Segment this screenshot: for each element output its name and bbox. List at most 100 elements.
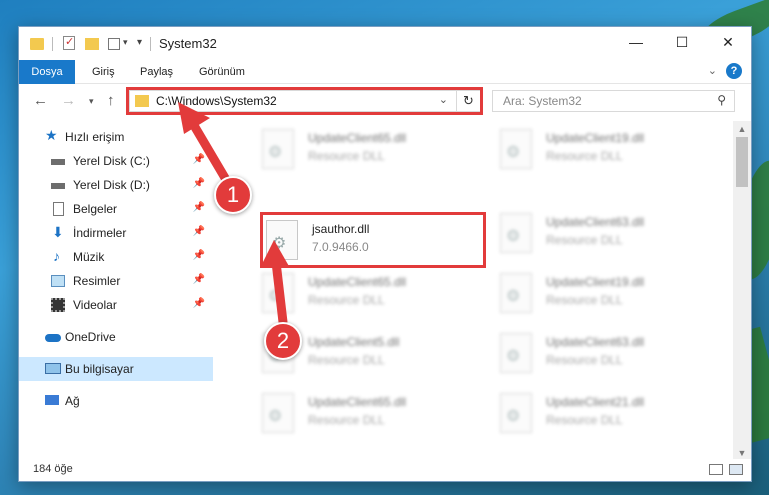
new-folder-icon[interactable] [85, 38, 99, 50]
list-item[interactable]: UpdateClient65.dll Resource DLL [262, 127, 482, 177]
file-description: Resource DLL [546, 233, 623, 247]
tab-file[interactable]: Dosya [19, 60, 75, 84]
separator [150, 37, 151, 51]
search-input[interactable]: Ara: System32 ⚲ [492, 90, 735, 112]
vertical-scrollbar[interactable]: ▲ ▼ [733, 121, 751, 461]
sidebar-item-label: Ağ [65, 394, 80, 408]
list-item[interactable]: UpdateClient63.dll Resource DLL [500, 331, 720, 381]
details-view-icon[interactable] [709, 464, 723, 475]
documents-icon [53, 202, 64, 216]
file-description: Resource DLL [308, 353, 385, 367]
file-name: UpdateClient21.dll [546, 395, 645, 409]
sidebar-item-this-pc[interactable]: Bu bilgisayar [19, 357, 213, 381]
drive-icon [51, 183, 65, 189]
dll-file-icon [500, 213, 532, 253]
file-description: Resource DLL [308, 413, 385, 427]
sidebar-item-music[interactable]: ♪ Müzik 📌 [19, 245, 213, 269]
title-bar: ▾ ▾ System32 — ☐ ✕ [19, 27, 751, 60]
properties-check-icon[interactable] [63, 35, 75, 50]
navigation-pane: ★ Hızlı erişim Yerel Disk (C:) 📌 Yerel D… [19, 121, 213, 461]
close-button[interactable]: ✕ [705, 27, 751, 57]
large-icons-view-icon[interactable] [729, 464, 743, 475]
sidebar-item-quick-access[interactable]: ★ Hızlı erişim [19, 125, 213, 149]
computer-icon [45, 363, 61, 374]
customize-toolbar-icon[interactable]: ▾ [137, 37, 142, 48]
ribbon: Dosya Giriş Paylaş Görünüm ⌄ ? [19, 60, 751, 84]
search-icon[interactable]: ⚲ [717, 93, 726, 107]
onedrive-icon [45, 334, 61, 342]
pin-icon[interactable]: 📌 [193, 226, 205, 237]
list-item[interactable]: UpdateClient65.dll Resource DLL [262, 271, 482, 321]
pin-icon[interactable]: 📌 [193, 202, 205, 213]
sidebar-item-onedrive[interactable]: OneDrive [19, 325, 213, 349]
sidebar-item-label: Müzik [73, 250, 105, 264]
file-description: Resource DLL [546, 293, 623, 307]
sidebar-item-documents[interactable]: Belgeler 📌 [19, 197, 213, 221]
sidebar-item-disk-d[interactable]: Yerel Disk (D:) 📌 [19, 173, 213, 197]
window-title: System32 [159, 36, 217, 51]
sidebar-item-label: Yerel Disk (C:) [73, 154, 150, 168]
pin-icon[interactable]: 📌 [193, 274, 205, 285]
sidebar-item-videos[interactable]: Videolar 📌 [19, 293, 213, 317]
file-name: UpdateClient63.dll [546, 335, 645, 349]
explorer-window: ▾ ▾ System32 — ☐ ✕ Dosya Giriş Paylaş Gö… [18, 26, 752, 482]
item-count: 184 öğe [33, 463, 73, 475]
scroll-thumb[interactable] [736, 137, 748, 187]
pin-icon[interactable]: 📌 [193, 250, 205, 261]
file-name: UpdateClient65.dll [308, 395, 407, 409]
sidebar-item-downloads[interactable]: ⬇ İndirmeler 📌 [19, 221, 213, 245]
status-bar: 184 öğe [19, 459, 751, 481]
sidebar-item-label: Resimler [73, 274, 121, 288]
tab-share[interactable]: Paylaş [140, 60, 173, 84]
file-name: UpdateClient65.dll [308, 131, 407, 145]
forward-icon[interactable]: → [61, 92, 76, 109]
sidebar-item-pictures[interactable]: Resimler 📌 [19, 269, 213, 293]
sidebar-item-label: Bu bilgisayar [65, 362, 134, 376]
sidebar-item-label: Yerel Disk (D:) [73, 178, 150, 192]
file-name: UpdateClient65.dll [308, 275, 407, 289]
step-badge-2: 2 [264, 322, 302, 360]
star-icon: ★ [45, 127, 58, 143]
list-item[interactable]: UpdateClient19.dll Resource DLL [500, 127, 720, 177]
file-description: Resource DLL [546, 413, 623, 427]
back-icon[interactable]: ← [33, 92, 48, 109]
pictures-icon [51, 275, 65, 287]
list-item[interactable]: UpdateClient65.dll Resource DLL [262, 391, 482, 441]
dll-file-icon [262, 393, 294, 433]
tab-home[interactable]: Giriş [92, 60, 115, 84]
list-item[interactable]: UpdateClient63.dll Resource DLL [500, 211, 720, 261]
scroll-up-icon[interactable]: ▲ [733, 121, 751, 137]
dll-file-icon [262, 273, 294, 313]
recent-locations-icon[interactable]: ▾ [89, 96, 94, 107]
pin-icon[interactable]: 📌 [193, 178, 205, 189]
file-list: UpdateClient65.dll Resource DLL jsauthor… [214, 121, 731, 461]
sidebar-item-network[interactable]: Ağ [19, 389, 213, 413]
chevron-down-icon[interactable]: ▾ [123, 37, 128, 48]
tab-view[interactable]: Görünüm [199, 60, 245, 84]
list-item[interactable]: UpdateClient21.dll Resource DLL [500, 391, 720, 441]
navigation-bar: ← → ▾ ↑ C:\Windows\System32 ⌄ ↻ Ara: Sys… [19, 85, 751, 119]
minimize-button[interactable]: — [613, 27, 659, 57]
file-description: Resource DLL [308, 293, 385, 307]
pin-icon[interactable]: 📌 [193, 154, 205, 165]
videos-icon [51, 298, 65, 312]
maximize-button[interactable]: ☐ [659, 27, 705, 57]
ribbon-expand-icon[interactable]: ⌄ [708, 64, 717, 77]
sidebar-item-label: Hızlı erişim [65, 130, 125, 144]
up-icon[interactable]: ↑ [107, 92, 115, 109]
step-badge-1: 1 [214, 176, 252, 214]
pin-icon[interactable]: 📌 [193, 298, 205, 309]
downloads-icon: ⬇ [52, 224, 64, 240]
list-item[interactable]: UpdateClient19.dll Resource DLL [500, 271, 720, 321]
address-highlight-box [126, 87, 483, 115]
sidebar-item-label: İndirmeler [73, 226, 127, 240]
help-icon[interactable]: ? [726, 63, 742, 79]
file-name: UpdateClient19.dll [546, 275, 645, 289]
view-properties-icon[interactable] [108, 38, 120, 50]
network-icon [45, 395, 59, 405]
file-description: Resource DLL [308, 149, 385, 163]
file-highlight-box [260, 212, 486, 268]
file-name: UpdateClient5.dll [308, 335, 400, 349]
sidebar-item-label: OneDrive [65, 330, 116, 344]
sidebar-item-disk-c[interactable]: Yerel Disk (C:) 📌 [19, 149, 213, 173]
